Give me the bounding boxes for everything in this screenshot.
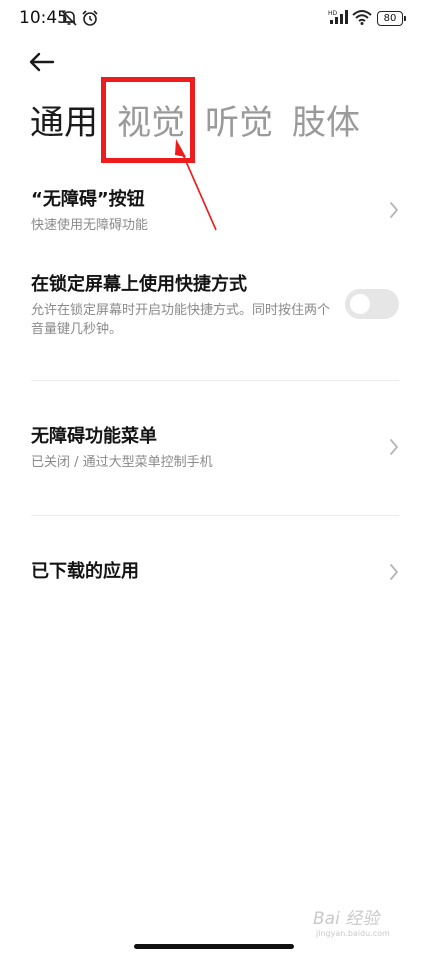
mute-icon <box>61 10 77 26</box>
status-bar: 10:45 HD 80 <box>0 0 431 38</box>
setting-subtitle: 已关闭 / 通过大型菜单控制手机 <box>31 455 213 470</box>
home-indicator[interactable] <box>134 944 294 949</box>
setting-title: “无障碍”按钮 <box>31 189 145 210</box>
setting-subtitle: 快速使用无障碍功能 <box>31 218 149 233</box>
wifi-icon <box>352 10 372 25</box>
setting-title: 在锁定屏幕上使用快捷方式 <box>31 274 247 295</box>
alarm-icon <box>82 10 98 26</box>
tab-general[interactable]: 通用 <box>30 98 98 148</box>
tab-body[interactable]: 肢体 <box>292 98 360 148</box>
setting-accessibility-menu[interactable]: 无障碍功能菜单 已关闭 / 通过大型菜单控制手机 <box>31 424 401 472</box>
setting-title: 已下载的应用 <box>31 561 139 582</box>
watermark-logo: Bai 经验 <box>313 909 380 929</box>
divider <box>31 380 399 381</box>
annotation-highlight-box <box>101 77 195 163</box>
setting-title: 无障碍功能菜单 <box>31 426 157 447</box>
battery-icon: 80 <box>377 11 406 26</box>
chevron-right-icon <box>390 439 398 455</box>
setting-lockscreen-shortcut[interactable]: 在锁定屏幕上使用快捷方式 允许在锁定屏幕时开启功能快捷方式。同时按住两个音量键几… <box>31 272 336 339</box>
chevron-right-icon <box>390 202 398 218</box>
divider <box>31 515 399 516</box>
lockscreen-shortcut-toggle[interactable] <box>345 289 399 319</box>
setting-downloaded-apps[interactable]: 已下载的应用 <box>31 559 401 585</box>
setting-accessibility-button[interactable]: “无障碍”按钮 快速使用无障碍功能 <box>31 187 401 235</box>
watermark: Bai 经验 jingyan.baidu.com <box>313 904 409 944</box>
toggle-knob <box>350 294 370 314</box>
signal-icon: HD <box>328 10 348 24</box>
tab-hearing[interactable]: 听觉 <box>205 98 273 148</box>
back-arrow-icon[interactable] <box>26 48 60 76</box>
watermark-url: jingyan.baidu.com <box>316 929 390 938</box>
network-type-label: HD <box>328 10 338 17</box>
chevron-right-icon <box>390 564 398 580</box>
setting-subtitle: 允许在锁定屏幕时开启功能快捷方式。同时按住两个音量键几秒钟。 <box>31 303 331 337</box>
